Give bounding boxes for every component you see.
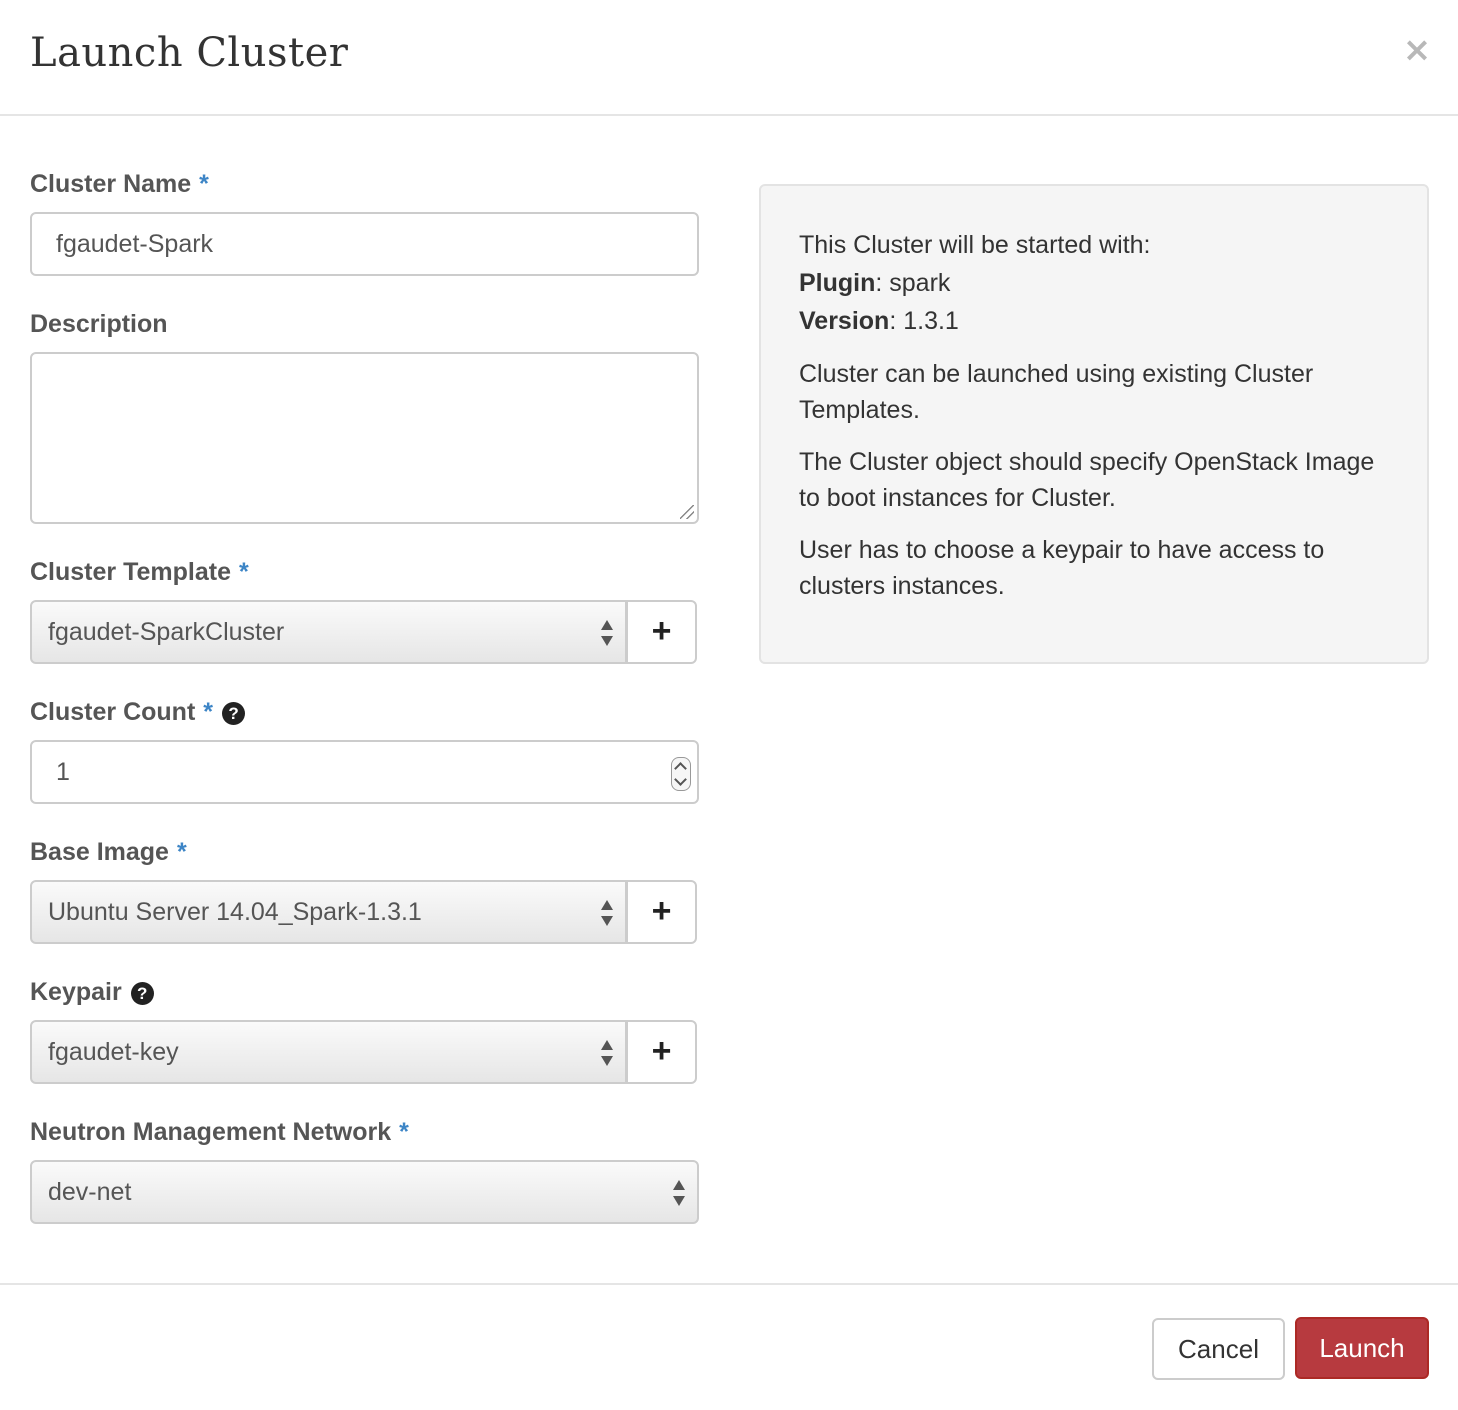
required-asterisk: * — [203, 698, 214, 726]
base-image-selected: Ubuntu Server 14.04_Spark-1.3.1 — [48, 898, 422, 926]
description-label: Description — [30, 310, 168, 339]
cancel-button[interactable]: Cancel — [1152, 1318, 1285, 1380]
info-paragraph-keypair: User has to choose a keypair to have acc… — [799, 536, 1325, 600]
cluster-count-value: 1 — [56, 758, 70, 786]
launch-cluster-dialog: Launch Cluster × Cluster Name * fgaudet-S… — [0, 0, 1458, 1410]
required-asterisk: * — [399, 1118, 409, 1146]
required-asterisk: * — [238, 558, 249, 586]
keypair-label-text: Keypair — [30, 978, 122, 1006]
base-image-label: Base Image * — [30, 838, 187, 867]
description-label-text: Description — [30, 310, 168, 338]
info-paragraph-templates: Cluster can be launched using existing C… — [799, 360, 1314, 424]
version-value: : 1.3.1 — [889, 307, 959, 335]
add-cluster-template-button[interactable]: + — [626, 600, 697, 664]
required-asterisk: * — [176, 838, 187, 866]
info-version-line: Version: 1.3.1 — [799, 302, 1389, 340]
select-arrows-icon — [601, 900, 613, 926]
help-icon[interactable]: ? — [222, 702, 246, 725]
dialog-footer: Cancel Launch — [0, 1283, 1458, 1410]
close-icon[interactable]: × — [1402, 30, 1432, 70]
info-plugin-line: Plugin: spark — [799, 264, 1389, 302]
add-keypair-button[interactable]: + — [626, 1020, 697, 1084]
cluster-template-label: Cluster Template * — [30, 558, 249, 587]
cluster-count-label: Cluster Count *? — [30, 698, 246, 727]
cluster-name-label: Cluster Name * — [30, 170, 209, 199]
add-base-image-button[interactable]: + — [626, 880, 697, 944]
info-intro: This Cluster will be started with: — [799, 231, 1151, 259]
select-arrows-icon — [601, 1040, 613, 1066]
cluster-count-label-text: Cluster Count — [30, 698, 196, 726]
info-paragraph-image: The Cluster object should specify OpenSt… — [799, 448, 1375, 512]
help-icon[interactable]: ? — [130, 982, 154, 1005]
select-arrows-icon — [673, 1180, 685, 1206]
keypair-select[interactable]: fgaudet-key — [30, 1020, 627, 1084]
cluster-name-label-text: Cluster Name — [30, 170, 192, 198]
neutron-network-select[interactable]: dev-net — [30, 1160, 699, 1224]
select-arrows-icon — [601, 620, 613, 646]
plugin-value: : spark — [875, 269, 951, 297]
cluster-template-select[interactable]: fgaudet-SparkCluster — [30, 600, 627, 664]
resize-grip-icon[interactable] — [680, 505, 694, 519]
neutron-network-label-text: Neutron Management Network — [30, 1118, 392, 1146]
neutron-network-label: Neutron Management Network * — [30, 1118, 409, 1147]
neutron-network-selected: dev-net — [48, 1178, 132, 1206]
plugin-label: Plugin — [799, 269, 876, 297]
base-image-label-text: Base Image — [30, 838, 169, 866]
keypair-selected: fgaudet-key — [48, 1038, 179, 1066]
cluster-template-label-text: Cluster Template — [30, 558, 231, 586]
cluster-template-selected: fgaudet-SparkCluster — [48, 618, 285, 646]
stepper-down-icon[interactable] — [674, 773, 687, 786]
launch-button[interactable]: Launch — [1295, 1317, 1429, 1379]
description-textarea[interactable] — [30, 352, 699, 524]
cluster-name-value: fgaudet-Spark — [56, 230, 214, 258]
keypair-label: Keypair? — [30, 978, 154, 1007]
cluster-count-input[interactable]: 1 — [30, 740, 699, 804]
dialog-title: Launch Cluster — [30, 30, 349, 76]
required-asterisk: * — [199, 170, 209, 198]
dialog-header: Launch Cluster × — [0, 0, 1458, 116]
base-image-select[interactable]: Ubuntu Server 14.04_Spark-1.3.1 — [30, 880, 627, 944]
number-stepper[interactable] — [671, 757, 691, 791]
info-panel: This Cluster will be started with: Plugi… — [759, 184, 1429, 664]
cluster-name-input[interactable]: fgaudet-Spark — [30, 212, 699, 276]
version-label: Version — [799, 307, 890, 335]
